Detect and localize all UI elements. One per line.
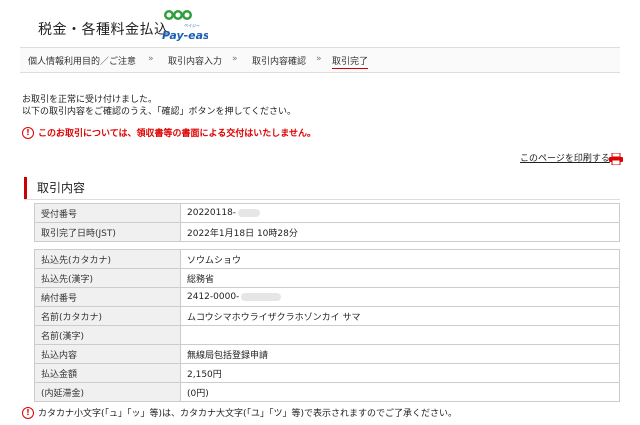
row-label: 払込先(カタカナ) — [34, 249, 181, 269]
row-label: (内延滞金) — [34, 382, 181, 402]
row-value: (0円) — [180, 382, 620, 402]
row-value — [180, 325, 620, 345]
section-title: 取引内容 — [37, 181, 86, 195]
row-value: ソウムショウ — [180, 249, 620, 269]
table-row: 名前(漢字) — [34, 325, 620, 345]
table-row: 払込金額 2,150円 — [34, 363, 620, 383]
footnote: ! カタカナ小文字(「ュ」「ッ」等)は、カタカナ大文字(「ユ」「ツ」等)で表示さ… — [22, 406, 457, 419]
alert-icon: ! — [22, 406, 34, 419]
payment-number: 2412-0000- — [187, 292, 240, 302]
alert-icon: ! — [22, 126, 34, 139]
table-row: (内延滞金) (0円) — [34, 382, 620, 402]
row-value: ムコウシマホウライザクラホゾンカイ サマ — [180, 306, 620, 326]
svg-text:ペイジー: ペイジー — [184, 22, 200, 28]
footnote-text: カタカナ小文字(「ュ」「ッ」等)は、カタカナ大文字(「ユ」「ツ」等)で表示されま… — [38, 409, 458, 419]
warning-text: このお取引については、領収書等の書面による交付はいたしません。 — [38, 129, 317, 139]
receipt-table: 受付番号 20220118- 取引完了日時(JST) 2022年1月18日 10… — [34, 203, 620, 242]
page-title: 税金・各種料金払込 — [38, 22, 169, 38]
table-row: 名前(カタカナ) ムコウシマホウライザクラホゾンカイ サマ — [34, 306, 620, 326]
row-label: 払込先(漢字) — [34, 268, 181, 288]
print-page-link[interactable]: このページを印刷する — [520, 151, 610, 164]
table-row: 払込内容 無線局包括登録申請 — [34, 344, 620, 364]
warning-message: ! このお取引については、領収書等の書面による交付はいたしません。 — [22, 126, 316, 139]
step-complete: 取引完了 — [332, 54, 369, 69]
table-row: 受付番号 20220118- — [34, 203, 620, 223]
row-label: 払込金額 — [34, 363, 181, 383]
pay-easy-logo: Pay-easy ペイジー — [158, 8, 218, 42]
step-confirm: 取引内容確認 — [252, 57, 307, 67]
table-row: 取引完了日時(JST) 2022年1月18日 10時28分 — [34, 222, 620, 242]
row-label: 納付番号 — [34, 287, 181, 307]
row-value: 2412-0000- — [180, 287, 620, 307]
row-label: 受付番号 — [34, 203, 181, 223]
svg-text:Pay-easy: Pay-easy — [162, 29, 208, 42]
row-label: 名前(漢字) — [34, 325, 181, 345]
header: 税金・各種料金払込 Pay-easy ペイジー — [0, 0, 640, 45]
masked-value — [241, 292, 282, 301]
masked-value — [238, 208, 261, 217]
step-separator-icon: » — [148, 54, 154, 64]
payment-table: 払込先(カタカナ) ソウムショウ 払込先(漢字) 総務省 納付番号 2412-0… — [34, 249, 620, 402]
step-separator-icon: » — [232, 54, 238, 64]
row-value: 無線局包括登録申請 — [180, 344, 620, 364]
row-value: 20220118- — [180, 203, 620, 223]
message-line-2: 以下の取引内容をご確認のうえ、「確認」ボタンを押してください。 — [22, 107, 296, 117]
step-separator-icon: » — [316, 54, 322, 64]
step-input: 取引内容入力 — [168, 57, 223, 67]
row-label: 取引完了日時(JST) — [34, 222, 181, 242]
row-value: 2022年1月18日 10時28分 — [180, 222, 620, 242]
row-value: 2,150円 — [180, 363, 620, 383]
row-label: 払込内容 — [34, 344, 181, 364]
table-row: 払込先(漢字) 総務省 — [34, 268, 620, 288]
section-divider — [24, 199, 620, 200]
printer-icon[interactable] — [609, 150, 623, 166]
reception-number: 20220118- — [187, 208, 237, 218]
table-row: 納付番号 2412-0000- — [34, 287, 620, 307]
row-label: 名前(カタカナ) — [34, 306, 181, 326]
row-value: 総務省 — [180, 268, 620, 288]
step-purpose: 個人情報利用目的／ご注意 — [28, 57, 137, 67]
step-breadcrumb: 個人情報利用目的／ご注意 » 取引内容入力 » 取引内容確認 » 取引完了 — [20, 47, 620, 73]
table-row: 払込先(カタカナ) ソウムショウ — [34, 249, 620, 269]
section-header: 取引内容 — [24, 177, 623, 199]
